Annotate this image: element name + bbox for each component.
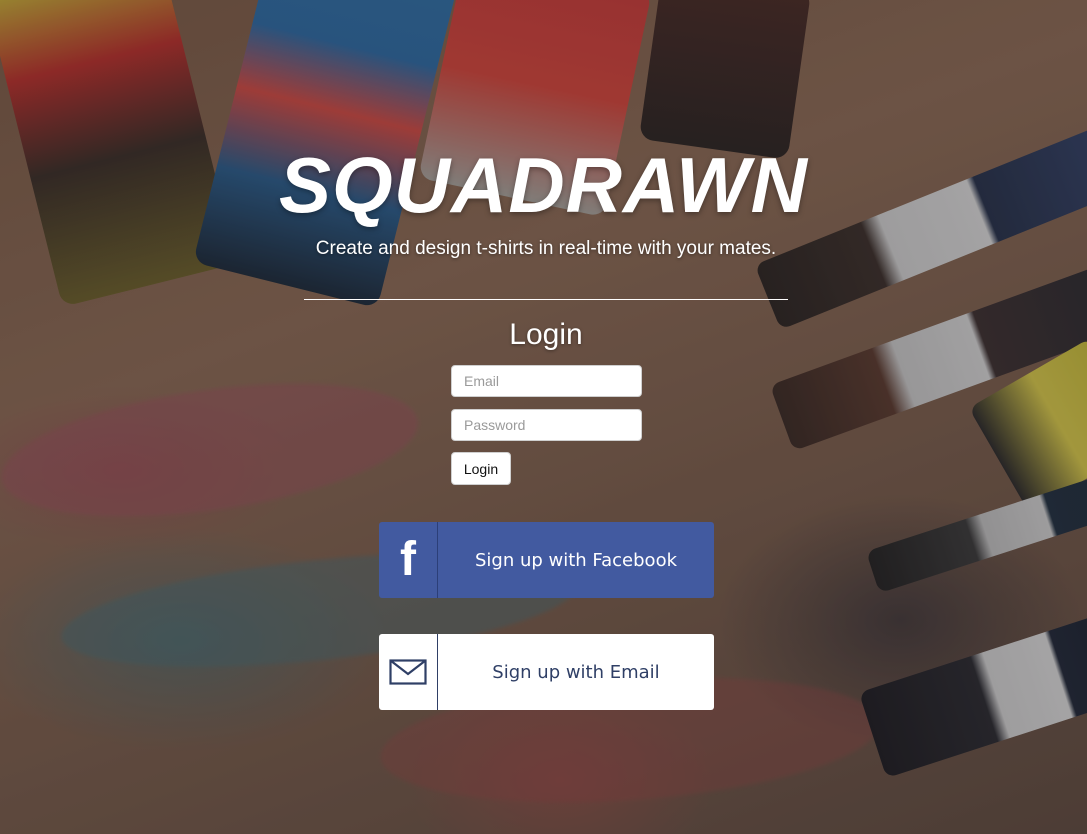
envelope-icon bbox=[379, 634, 438, 710]
signup-email-button[interactable]: Sign up with Email bbox=[379, 634, 714, 710]
email-field[interactable] bbox=[451, 365, 642, 397]
facebook-icon: f bbox=[379, 522, 438, 598]
login-title: Login bbox=[509, 318, 583, 351]
envelope-icon-svg bbox=[389, 659, 427, 685]
app-logo: SQUADRAWN bbox=[279, 141, 808, 229]
signup-facebook-button[interactable]: f Sign up with Facebook bbox=[379, 522, 714, 598]
tagline: Create and design t-shirts in real-time … bbox=[315, 238, 777, 259]
password-field[interactable] bbox=[451, 409, 642, 441]
divider bbox=[304, 299, 788, 300]
signup-email-label: Sign up with Email bbox=[492, 661, 660, 683]
signup-facebook-label: Sign up with Facebook bbox=[474, 549, 678, 571]
facebook-glyph: f bbox=[400, 533, 416, 586]
login-button[interactable]: Login bbox=[451, 452, 511, 485]
